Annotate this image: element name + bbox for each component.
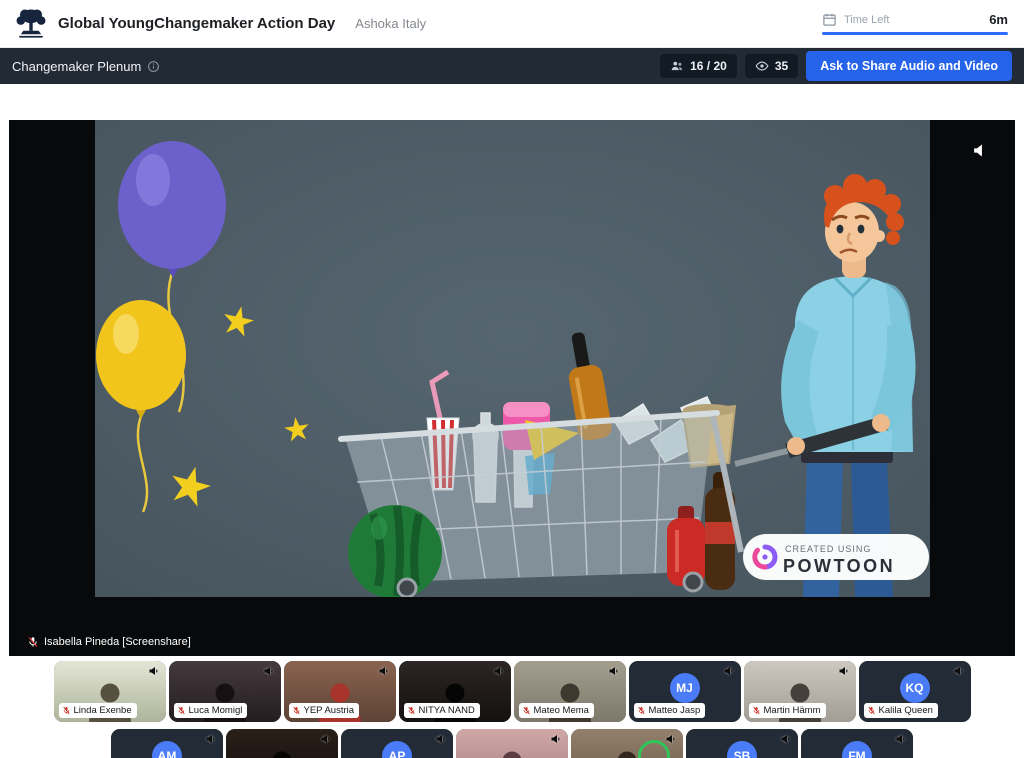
- watermelon: [348, 505, 442, 597]
- participant-initials-avatar: AP: [382, 741, 412, 758]
- participant-name: Luca Momigl: [189, 705, 243, 716]
- calendar-icon: [822, 12, 837, 27]
- participant-tile[interactable]: KQ Kalila Queen: [859, 661, 971, 722]
- time-left-value: 6m: [989, 12, 1008, 27]
- mic-muted-icon: [867, 706, 876, 715]
- participant-tile[interactable]: Iffah Atqa: [456, 729, 568, 758]
- speaker-icon[interactable]: [493, 665, 505, 677]
- speaker-icon[interactable]: [780, 733, 792, 745]
- speaker-icon[interactable]: [608, 665, 620, 677]
- participant-tile[interactable]: YEP Austria: [284, 661, 396, 722]
- participant-tile[interactable]: AP Alban Pohle: [341, 729, 453, 758]
- participant-tile[interactable]: NITYA NAND: [399, 661, 511, 722]
- participant-tile[interactable]: Mateo Mema: [514, 661, 626, 722]
- mic-muted-icon: [62, 706, 71, 715]
- participant-tile[interactable]: MJ Matteo Jasp: [629, 661, 741, 722]
- event-organizer: Ashoka Italy: [355, 16, 426, 31]
- participants-row-1: Linda Exenbe Luca Momigl: [0, 661, 1024, 722]
- ashoka-logo-icon: [14, 6, 48, 42]
- speaker-icon[interactable]: [953, 665, 965, 677]
- mic-muted-icon: [637, 706, 646, 715]
- watermark-brand: POWTOON: [783, 556, 895, 576]
- speaker-icon[interactable]: [378, 665, 390, 677]
- people-icon: [670, 59, 684, 73]
- stage: CREATED USING POWTOON Isabella Pineda [S…: [9, 120, 1015, 656]
- mic-muted-icon: [407, 706, 416, 715]
- participant-name: YEP Austria: [304, 705, 355, 716]
- speaker-icon[interactable]: [895, 733, 907, 745]
- person-silhouette: [479, 748, 545, 758]
- participant-tile[interactable]: Luca Momigl: [169, 661, 281, 722]
- session-toolbar: Changemaker Plenum 16 / 20 35 Ask to Sha…: [0, 48, 1024, 84]
- screenshare-label-text: Isabella Pineda [Screenshare]: [44, 636, 191, 648]
- participant-name-badge: Luca Momigl: [174, 703, 248, 718]
- speaker-icon[interactable]: [320, 733, 332, 745]
- speaker-icon[interactable]: [148, 665, 160, 677]
- ask-to-share-button[interactable]: Ask to Share Audio and Video: [806, 51, 1012, 81]
- speaker-icon[interactable]: [550, 733, 562, 745]
- participants-row-2: AM Aurelie Marc: [0, 729, 1024, 758]
- session-title: Changemaker Plenum: [12, 59, 141, 74]
- participants-count: 16 / 20: [690, 59, 727, 73]
- participant-name-badge: YEP Austria: [289, 703, 360, 718]
- participant-name: Linda Exenbe: [74, 705, 132, 716]
- participants-count-badge[interactable]: 16 / 20: [660, 54, 737, 78]
- participant-name-badge: Mateo Mema: [519, 703, 594, 718]
- participant-tile[interactable]: Linda Exenbe: [54, 661, 166, 722]
- participant-tile[interactable]: FM Farhan Mash: [801, 729, 913, 758]
- participant-name-badge: Linda Exenbe: [59, 703, 137, 718]
- info-icon[interactable]: [147, 60, 160, 73]
- participants-strip: Linda Exenbe Luca Momigl: [0, 656, 1024, 758]
- participant-initials-avatar: MJ: [670, 673, 700, 703]
- participant-name-badge: Kalila Queen: [864, 703, 938, 718]
- watermark-caption: CREATED USING: [785, 544, 871, 554]
- screenshare-video[interactable]: CREATED USING POWTOON: [95, 120, 930, 597]
- speaker-icon[interactable]: [205, 733, 217, 745]
- time-left-label: Time Left: [844, 14, 889, 26]
- screenshare-label: Isabella Pineda [Screenshare]: [27, 636, 191, 648]
- speaker-icon[interactable]: [723, 665, 735, 677]
- speaker-icon[interactable]: [665, 733, 677, 745]
- powtoon-watermark: CREATED USING POWTOON: [743, 534, 929, 580]
- participant-name: NITYA NAND: [419, 705, 475, 716]
- mic-muted-icon: [292, 706, 301, 715]
- time-progress-bar: [822, 32, 1008, 35]
- viewers-count-badge: 35: [745, 54, 798, 78]
- mic-muted-icon: [177, 706, 186, 715]
- participant-name: Mateo Mema: [534, 705, 589, 716]
- powtoon-animation: CREATED USING POWTOON: [95, 120, 930, 597]
- participant-initials-avatar: KQ: [900, 673, 930, 703]
- eye-icon: [755, 59, 769, 73]
- participant-tile[interactable]: Isabella Pineda: [571, 729, 683, 758]
- mic-muted-icon: [27, 636, 39, 648]
- participant-name-badge: Matteo Jasp: [634, 703, 706, 718]
- participant-tile[interactable]: RAPHAEL ITO: [226, 729, 338, 758]
- person-silhouette: [249, 748, 315, 758]
- participant-tile[interactable]: AM Aurelie Marc: [111, 729, 223, 758]
- viewers-count: 35: [775, 59, 788, 73]
- participant-name: Kalila Queen: [879, 705, 933, 716]
- participant-tile[interactable]: Martin Hämm: [744, 661, 856, 722]
- mic-muted-icon: [752, 706, 761, 715]
- speaker-icon[interactable]: [838, 665, 850, 677]
- volume-icon[interactable]: [972, 142, 989, 159]
- participant-name-badge: Martin Hämm: [749, 703, 826, 718]
- time-left-widget: Time Left 6m: [822, 12, 1008, 35]
- participant-tile[interactable]: SB S. Abida Bhir: [686, 729, 798, 758]
- participant-initials-avatar: AM: [152, 741, 182, 758]
- participant-name-badge: NITYA NAND: [404, 703, 480, 718]
- header: Global YoungChangemaker Action Day Ashok…: [0, 0, 1024, 48]
- speaker-icon[interactable]: [435, 733, 447, 745]
- mic-muted-icon: [522, 706, 531, 715]
- participant-name: Matteo Jasp: [649, 705, 701, 716]
- participant-initials-avatar: FM: [842, 741, 872, 758]
- speaker-icon[interactable]: [263, 665, 275, 677]
- participant-name: Martin Hämm: [764, 705, 821, 716]
- event-title: Global YoungChangemaker Action Day: [58, 15, 335, 32]
- participant-initials-avatar: SB: [727, 741, 757, 758]
